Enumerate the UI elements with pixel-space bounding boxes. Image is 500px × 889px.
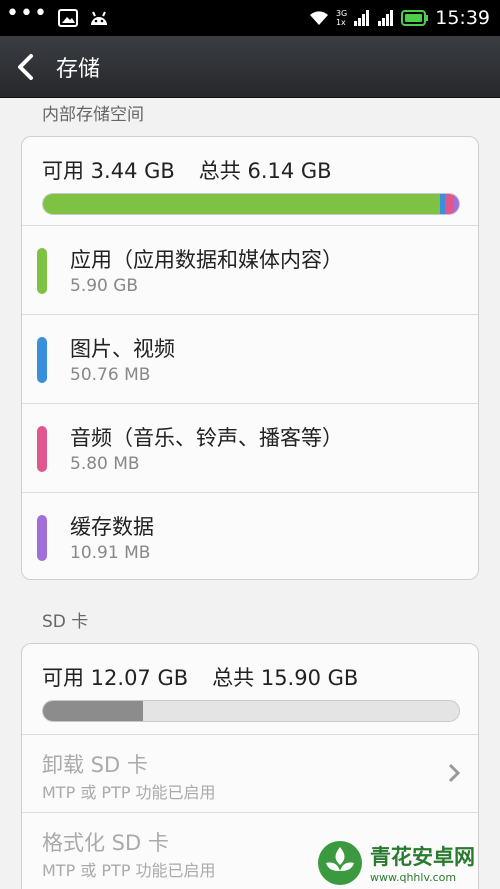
category-swatch <box>37 337 47 383</box>
category-row-pictures-videos[interactable]: 图片、视频 50.76 MB <box>22 314 478 403</box>
sd-used-segment <box>43 701 144 721</box>
status-bar: ••• 3G 1x 15:39 <box>0 0 500 36</box>
usage-segment-0 <box>43 194 441 214</box>
clock: 15:39 <box>435 7 490 29</box>
signal-icon-2 <box>378 10 394 26</box>
watermark-url: www.qhhlv.com <box>370 871 457 884</box>
network-type: 3G 1x <box>335 9 348 27</box>
category-name: 音频（音乐、铃声、播客等） <box>70 426 343 450</box>
image-notification-icon <box>57 9 78 27</box>
internal-available: 可用 3.44 GB <box>42 159 175 183</box>
chevron-right-icon <box>448 763 460 783</box>
back-button[interactable] <box>0 36 50 98</box>
watermark-name: 青花安卓网 <box>370 845 475 869</box>
page-title: 存储 <box>56 56 101 82</box>
wifi-icon <box>309 11 328 25</box>
category-name: 图片、视频 <box>70 337 175 361</box>
usage-segment-3 <box>453 194 459 214</box>
category-size: 5.80 MB <box>70 454 140 474</box>
sd-available: 可用 12.07 GB <box>42 666 189 690</box>
sd-section-label: SD 卡 <box>42 612 89 632</box>
unmount-sd-subtitle: MTP 或 PTP 功能已启用 <box>42 783 216 802</box>
signal-icon-1 <box>354 10 370 26</box>
sd-total: 总共 15.90 GB <box>212 666 359 690</box>
internal-storage-card: 可用 3.44 GB 总共 6.14 GB 应用（应用数据和媒体内容） 5.90… <box>21 136 479 580</box>
notification-dots: ••• <box>6 1 48 26</box>
watermark-logo-icon <box>318 840 362 885</box>
unmount-sd-label: 卸载 SD 卡 <box>42 753 148 777</box>
chevron-left-icon <box>18 53 33 80</box>
format-sd-label: 格式化 SD 卡 <box>42 831 169 855</box>
category-row-apps[interactable]: 应用（应用数据和媒体内容） 5.90 GB <box>22 225 478 314</box>
internal-usage-bar <box>42 193 460 215</box>
internal-summary: 可用 3.44 GB 总共 6.14 GB <box>22 137 478 189</box>
category-swatch <box>37 248 47 294</box>
category-swatch <box>37 515 47 561</box>
category-swatch <box>37 426 47 472</box>
category-name: 缓存数据 <box>70 515 154 539</box>
battery-icon <box>401 10 429 26</box>
internal-total: 总共 6.14 GB <box>198 159 332 183</box>
category-name: 应用（应用数据和媒体内容） <box>70 248 343 272</box>
category-row-cache[interactable]: 缓存数据 10.91 MB <box>22 492 478 579</box>
android-icon <box>90 11 107 25</box>
watermark: 青花安卓网 www.qhhlv.com <box>316 836 500 889</box>
usage-segment-2 <box>445 194 454 214</box>
sd-summary: 可用 12.07 GB 总共 15.90 GB <box>22 644 478 696</box>
sd-usage-bar <box>42 700 460 722</box>
category-row-audio[interactable]: 音频（音乐、铃声、播客等） 5.80 MB <box>22 403 478 492</box>
internal-section-label: 内部存储空间 <box>42 105 144 125</box>
unmount-sd-row[interactable]: 卸载 SD 卡 MTP 或 PTP 功能已启用 <box>22 734 478 812</box>
category-size: 50.76 MB <box>70 365 151 385</box>
format-sd-subtitle: MTP 或 PTP 功能已启用 <box>42 861 216 880</box>
category-size: 5.90 GB <box>70 276 139 296</box>
category-size: 10.91 MB <box>70 543 151 563</box>
title-bar: 存储 <box>0 36 500 98</box>
